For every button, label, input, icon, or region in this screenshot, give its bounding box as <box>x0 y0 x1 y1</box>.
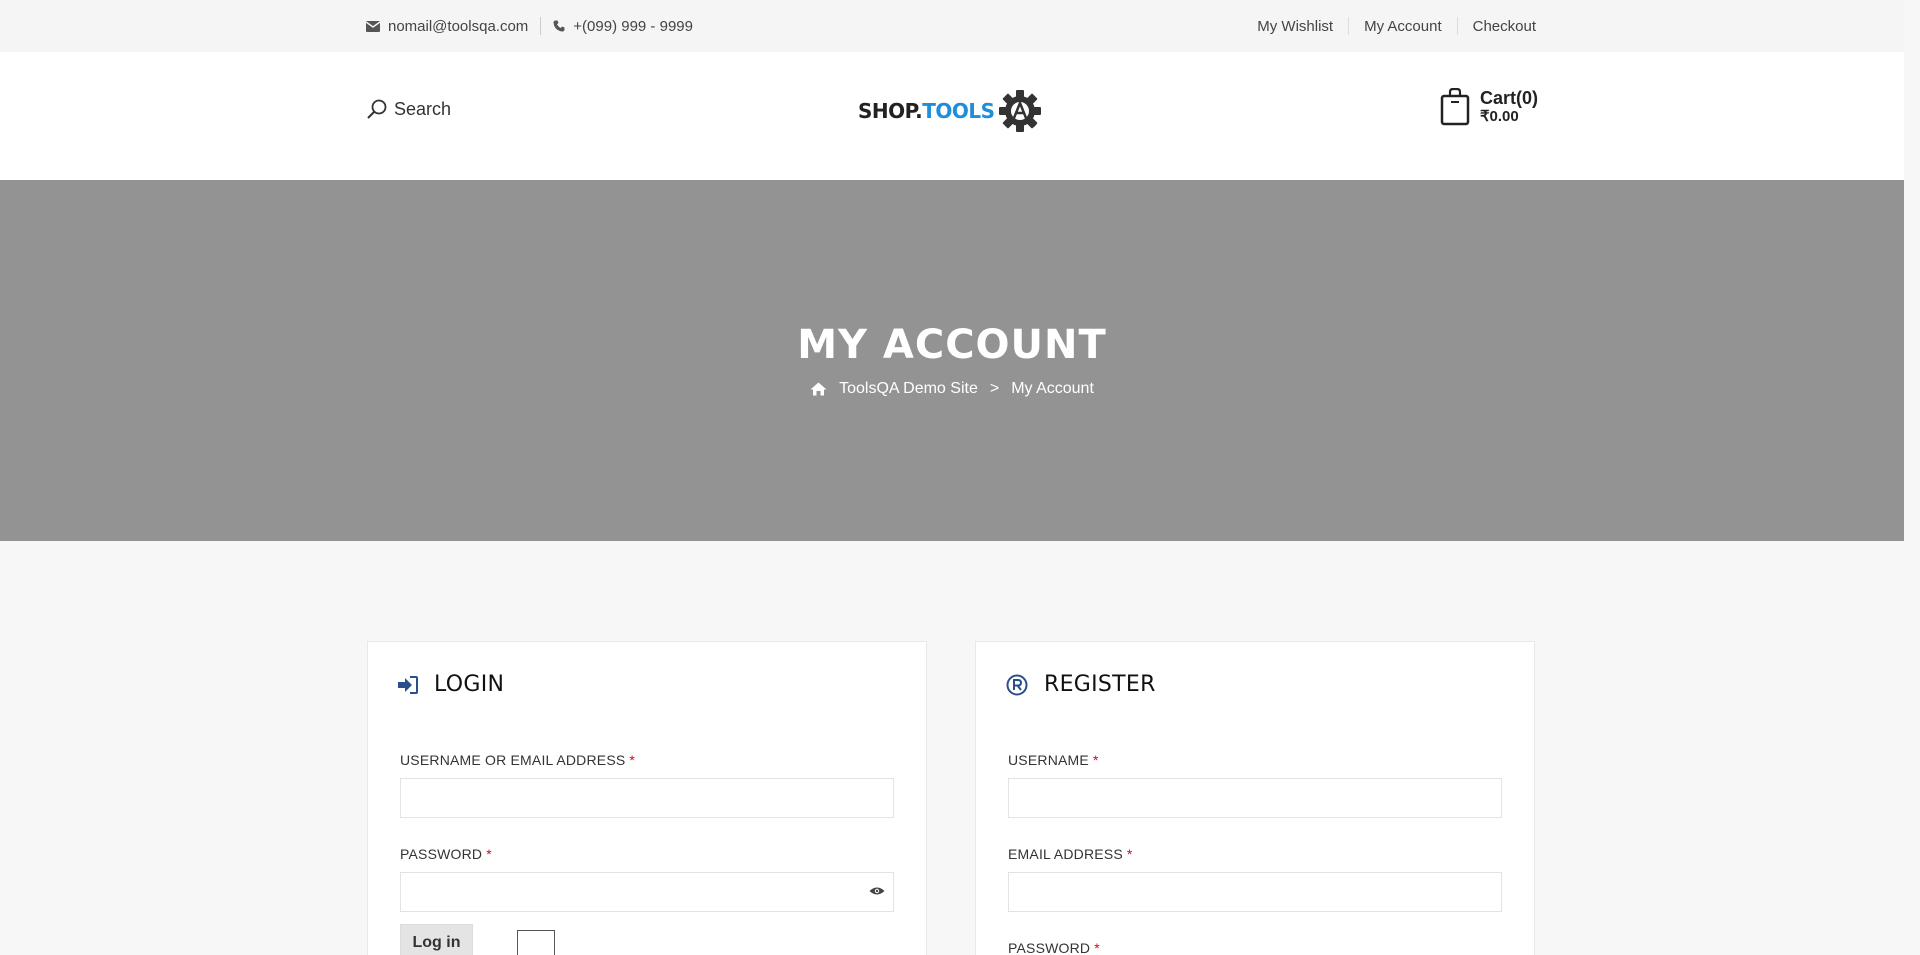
cart-amount: ₹0.00 <box>1480 108 1519 125</box>
register-title: REGISTER <box>1044 672 1156 697</box>
envelope-icon <box>366 20 380 32</box>
username-label-text: USERNAME OR EMAIL ADDRESS <box>400 752 626 768</box>
login-password-field[interactable] <box>400 872 894 912</box>
required-mark: * <box>1094 940 1100 955</box>
search-button[interactable]: Search <box>366 98 451 120</box>
shopping-bag-icon <box>1440 88 1470 126</box>
page-banner: MY ACCOUNT ToolsQA Demo Site > My Accoun… <box>0 180 1904 541</box>
register-panel: REGISTER USERNAME * EMAIL ADDRESS * PASSWO… <box>975 641 1535 955</box>
eye-icon[interactable] <box>869 886 885 896</box>
login-panel: LOGIN USERNAME OR EMAIL ADDRESS * PASSWOR… <box>367 641 927 955</box>
password-label-text: PASSWORD <box>400 846 483 862</box>
site-header: Search SHOP. TOOLS Cart(0) ₹0.00 <box>0 52 1904 180</box>
home-icon[interactable] <box>810 382 827 396</box>
phone-text: +(099) 999 - 9999 <box>573 17 693 35</box>
register-username-field[interactable] <box>1008 778 1502 818</box>
register-heading: REGISTER <box>1006 672 1156 697</box>
page-title: MY ACCOUNT <box>797 322 1107 368</box>
top-bar: nomail@toolsqa.com +(099) 999 - 9999 My … <box>0 0 1904 52</box>
breadcrumb: ToolsQA Demo Site > My Account <box>0 380 1904 398</box>
login-username-input[interactable] <box>401 779 893 817</box>
breadcrumb-current: My Account <box>1011 380 1094 397</box>
scrollbar[interactable] <box>1904 0 1920 955</box>
divider <box>1456 17 1458 35</box>
username-label: USERNAME OR EMAIL ADDRESS * <box>400 752 635 768</box>
checkout-link[interactable]: Checkout <box>1473 18 1536 35</box>
register-email-field[interactable] <box>1008 872 1502 912</box>
register-email-label-text: EMAIL ADDRESS <box>1008 846 1123 862</box>
logo-text-tools: TOOLS <box>922 99 995 123</box>
my-wishlist-link[interactable]: My Wishlist <box>1257 18 1333 35</box>
required-mark: * <box>1126 846 1133 862</box>
email-text: nomail@toolsqa.com <box>388 17 529 35</box>
search-icon <box>367 99 387 119</box>
login-heading: LOGIN <box>398 672 504 697</box>
cart-title: Cart(0) <box>1480 88 1539 108</box>
breadcrumb-separator: > <box>989 380 1000 397</box>
register-email-label: EMAIL ADDRESS * <box>1008 846 1133 862</box>
login-title: LOGIN <box>434 672 505 697</box>
password-label: PASSWORD * <box>400 846 492 862</box>
cart-summary: Cart(0) ₹0.00 <box>1480 88 1538 126</box>
site-logo[interactable]: SHOP. TOOLS <box>858 88 1043 134</box>
phone-icon <box>553 20 565 32</box>
register-password-label-text: PASSWORD <box>1008 940 1091 955</box>
remember-me-checkbox[interactable] <box>517 930 555 955</box>
login-password-input[interactable] <box>401 873 893 911</box>
top-links: My Wishlist My Account Checkout <box>1257 17 1536 35</box>
required-mark: * <box>1092 752 1099 768</box>
login-username-field[interactable] <box>400 778 894 818</box>
required-mark: * <box>629 752 636 768</box>
register-username-input[interactable] <box>1009 779 1501 817</box>
register-password-label: PASSWORD * <box>1008 940 1100 955</box>
divider <box>1348 17 1350 35</box>
logo-text-shop: SHOP. <box>858 99 923 123</box>
registered-icon <box>1006 674 1028 695</box>
divider <box>540 17 542 35</box>
gear-icon <box>998 90 1041 132</box>
contact-email: nomail@toolsqa.com <box>366 18 528 35</box>
login-button[interactable]: Log in <box>400 924 473 955</box>
breadcrumb-home-link[interactable]: ToolsQA Demo Site <box>839 380 978 398</box>
register-email-input[interactable] <box>1009 873 1501 911</box>
my-account-link[interactable]: My Account <box>1364 18 1442 35</box>
contact-info: nomail@toolsqa.com +(099) 999 - 9999 <box>366 17 693 35</box>
required-mark: * <box>486 846 492 862</box>
search-label: Search <box>394 98 452 119</box>
cart-button[interactable]: Cart(0) ₹0.00 <box>1440 88 1538 126</box>
contact-phone: +(099) 999 - 9999 <box>553 18 693 35</box>
register-username-label-text: USERNAME <box>1008 752 1089 768</box>
register-username-label: USERNAME * <box>1008 752 1099 768</box>
sign-in-icon <box>398 675 418 694</box>
